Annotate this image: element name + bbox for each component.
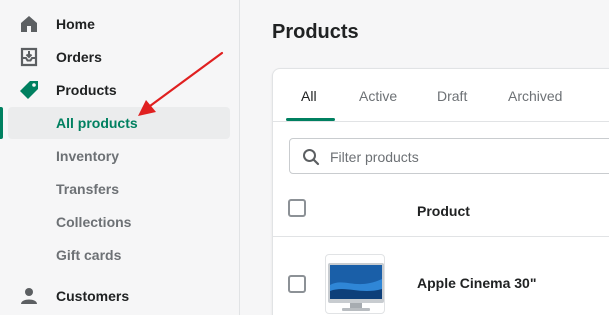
sidebar-subitem-label: Transfers xyxy=(56,181,120,197)
sidebar-subitem-label: Gift cards xyxy=(56,247,122,263)
row-checkbox[interactable] xyxy=(288,275,306,293)
main-content: Products All Active Draft Archived Filte… xyxy=(241,0,609,315)
column-header-product: Product xyxy=(417,203,470,219)
sidebar-subitem-gift-cards[interactable]: Gift cards xyxy=(8,239,230,271)
tab-bar: All Active Draft Archived xyxy=(273,69,609,122)
sidebar-item-label: Orders xyxy=(56,49,102,65)
products-card: All Active Draft Archived Filter product… xyxy=(272,68,609,315)
tab-draft[interactable]: Draft xyxy=(437,88,467,104)
search-placeholder: Filter products xyxy=(330,149,419,165)
sidebar: Home Orders Products All products Invent… xyxy=(0,0,240,315)
sidebar-item-products[interactable]: Products xyxy=(8,74,230,106)
tab-active[interactable]: Active xyxy=(359,88,397,104)
tab-underline xyxy=(286,118,335,121)
sidebar-subitem-label: Inventory xyxy=(56,148,120,164)
search-input[interactable]: Filter products xyxy=(289,138,609,174)
orders-icon xyxy=(20,47,38,67)
page-title: Products xyxy=(272,21,359,43)
product-name[interactable]: Apple Cinema 30" xyxy=(417,275,536,291)
sidebar-subitem-transfers[interactable]: Transfers xyxy=(8,173,230,205)
sidebar-subitem-label: All products xyxy=(56,115,138,131)
search-icon xyxy=(303,149,320,166)
sidebar-item-label: Customers xyxy=(56,288,130,304)
home-icon xyxy=(21,16,37,32)
sidebar-subitem-label: Collections xyxy=(56,214,132,230)
select-all-checkbox[interactable] xyxy=(288,199,306,217)
product-thumbnail xyxy=(325,254,385,314)
tag-icon xyxy=(20,81,38,99)
tab-all[interactable]: All xyxy=(301,88,317,104)
tab-archived[interactable]: Archived xyxy=(508,88,562,104)
sidebar-item-label: Products xyxy=(56,82,117,98)
sidebar-item-orders[interactable]: Orders xyxy=(8,41,230,73)
sidebar-item-label: Home xyxy=(56,16,95,32)
sidebar-subitem-collections[interactable]: Collections xyxy=(8,206,230,238)
monitor-image xyxy=(328,263,384,311)
sidebar-item-home[interactable]: Home xyxy=(8,8,230,40)
sidebar-subitem-all-products[interactable]: All products xyxy=(8,107,230,139)
sidebar-subitem-inventory[interactable]: Inventory xyxy=(8,140,230,172)
person-icon xyxy=(21,288,37,304)
active-indicator xyxy=(0,107,3,139)
sidebar-item-customers[interactable]: Customers xyxy=(8,280,230,312)
